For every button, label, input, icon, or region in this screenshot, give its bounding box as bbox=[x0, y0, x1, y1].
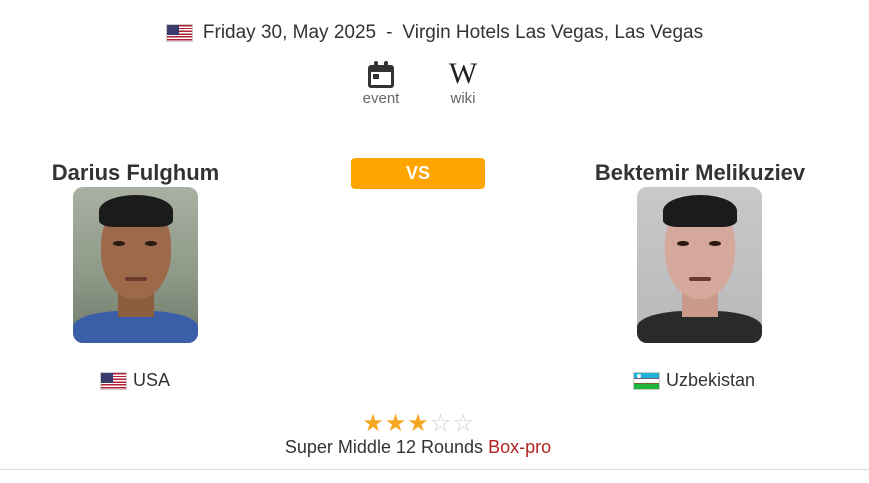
event-header: Friday 30, May 2025 - Virgin Hotels Las … bbox=[0, 22, 869, 44]
vs-badge: VS bbox=[351, 158, 485, 189]
calendar-icon bbox=[368, 61, 394, 88]
event-links: event W wiki bbox=[355, 57, 489, 108]
fight-type[interactable]: Box-pro bbox=[488, 437, 551, 457]
fighter-right-country: Uzbekistan bbox=[633, 370, 755, 391]
fighter-left-country: USA bbox=[100, 370, 170, 391]
weight-class: Super Middle bbox=[284, 437, 391, 457]
event-link[interactable]: event bbox=[355, 60, 407, 107]
event-venue[interactable]: Virgin Hotels Las Vegas, Las Vegas bbox=[402, 22, 703, 44]
star-empty-icon: ☆ bbox=[429, 410, 452, 437]
event-link-label: event bbox=[362, 90, 400, 107]
wiki-link-label: wiki bbox=[450, 90, 476, 107]
us-flag-icon bbox=[100, 371, 127, 390]
fighter-left-name[interactable]: Darius Fulghum bbox=[0, 160, 271, 186]
star-filled-icon: ★ bbox=[407, 410, 429, 437]
event-date: Friday 30, May 2025 bbox=[202, 22, 377, 43]
star-filled-icon: ★ bbox=[384, 410, 407, 437]
rounds: 12 Rounds bbox=[395, 437, 484, 457]
fighter-right-name[interactable]: Bektemir Melikuziev bbox=[560, 160, 840, 186]
us-flag-icon bbox=[165, 24, 193, 42]
uzbekistan-flag-icon bbox=[633, 371, 660, 390]
star-empty-icon: ☆ bbox=[452, 410, 474, 437]
star-filled-icon: ★ bbox=[362, 410, 384, 437]
fighter-left-photo[interactable] bbox=[73, 187, 198, 343]
fight-rating: ★ ★ ★ ☆ ☆ bbox=[0, 411, 836, 437]
divider bbox=[0, 469, 869, 470]
fight-info: Super Middle 12 Rounds Box-pro bbox=[0, 437, 836, 458]
wiki-link[interactable]: W wiki bbox=[437, 57, 489, 108]
fighter-left-country-label: USA bbox=[133, 370, 171, 390]
fighter-right-photo[interactable] bbox=[637, 187, 762, 343]
fighter-right-country-label: Uzbekistan bbox=[666, 370, 756, 390]
wikipedia-icon: W bbox=[448, 57, 478, 90]
header-separator: - bbox=[386, 22, 393, 43]
